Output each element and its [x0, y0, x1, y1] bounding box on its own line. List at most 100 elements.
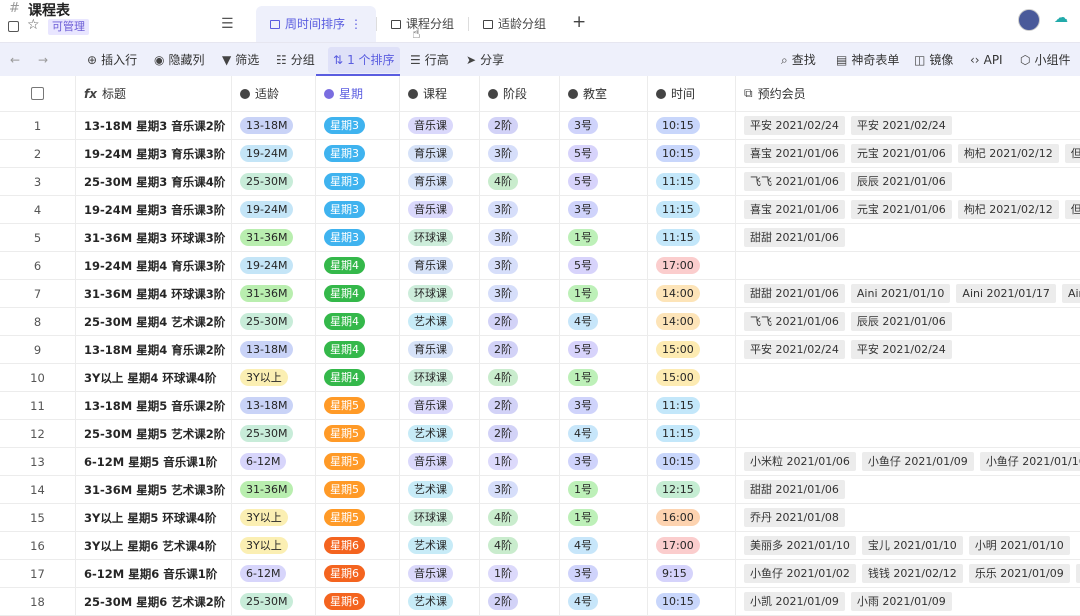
cell-week[interactable]: 星期3: [316, 112, 400, 139]
cell-course[interactable]: 艺术课: [400, 308, 480, 335]
table-row[interactable]: 2 19-24M 星期3 育乐课3阶 19-24M 星期3 育乐课 3阶 5号 10:15 喜宝…: [0, 140, 1080, 168]
cell-week[interactable]: 星期3: [316, 196, 400, 223]
cell-room[interactable]: 4号: [560, 532, 648, 559]
table-row[interactable]: 7 31-36M 星期4 环球课3阶 31-36M 星期4 环球课 3阶 1号 14:00 甜甜…: [0, 280, 1080, 308]
share-button[interactable]: ➤ 分享: [466, 43, 504, 77]
cell-members[interactable]: 飞飞 2021/01/06 辰辰 2021/01/06: [736, 308, 1080, 335]
cell-week[interactable]: 星期4: [316, 364, 400, 391]
cell-stage[interactable]: 1阶: [480, 448, 560, 475]
cell-room[interactable]: 1号: [560, 364, 648, 391]
member-tag[interactable]: 飞飞 2021/01/06: [744, 312, 845, 331]
table-row[interactable]: 14 31-36M 星期5 艺术课3阶 31-36M 星期5 艺术课 3阶 1号 12:15 甜…: [0, 476, 1080, 504]
column-header-stage[interactable]: 阶段: [480, 76, 560, 111]
cell-members[interactable]: 甜甜 2021/01/06: [736, 476, 1080, 503]
column-header-members[interactable]: ⧉ 预约会员: [736, 76, 1080, 111]
cell-room[interactable]: 5号: [560, 252, 648, 279]
table-row[interactable]: 17 6-12M 星期6 音乐课1阶 6-12M 星期6 音乐课 1阶 3号 9:15 小鱼仔 …: [0, 560, 1080, 588]
cell-members[interactable]: 乔丹 2021/01/08: [736, 504, 1080, 531]
cell-members[interactable]: 甜甜 2021/01/06 Aini 2021/01/10 Aini 2021/01…: [736, 280, 1080, 307]
member-tag[interactable]: 美丽多 2021/01/10: [744, 536, 856, 555]
cell-course[interactable]: 艺术课: [400, 420, 480, 447]
cell-course[interactable]: 环球课: [400, 504, 480, 531]
cell-members[interactable]: [736, 420, 1080, 447]
table-row[interactable]: 1 13-18M 星期3 音乐课2阶 13-18M 星期3 音乐课 2阶 3号 10:15 平安…: [0, 112, 1080, 140]
cell-n[interactable]: 6: [0, 252, 76, 279]
cell-title[interactable]: 31-36M 星期3 环球课3阶: [76, 224, 232, 251]
member-tag[interactable]: 乐乐 2021/01/09: [968, 564, 1070, 583]
cell-time[interactable]: 10:15: [648, 588, 736, 615]
cell-n[interactable]: 4: [0, 196, 76, 223]
cell-room[interactable]: 3号: [560, 392, 648, 419]
cell-time[interactable]: 17:00: [648, 532, 736, 559]
member-tag[interactable]: 辰辰 2021/01/06: [850, 312, 952, 331]
avatar[interactable]: [1018, 9, 1040, 31]
cell-stage[interactable]: 3阶: [480, 196, 560, 223]
undo-icon[interactable]: ←: [10, 43, 20, 77]
cell-time[interactable]: 10:15: [648, 448, 736, 475]
cell-stage[interactable]: 3阶: [480, 252, 560, 279]
cell-time[interactable]: 11:15: [648, 224, 736, 251]
cell-stage[interactable]: 4阶: [480, 364, 560, 391]
tab-more-icon[interactable]: ⋮: [350, 7, 362, 41]
member-tag[interactable]: 枸杞 2021/02/12: [957, 144, 1059, 163]
hide-columns-button[interactable]: ◉ 隐藏列: [154, 43, 205, 77]
member-tag[interactable]: 小鱼仔 2021/01/09: [861, 452, 974, 471]
table-row[interactable]: 18 25-30M 星期6 艺术课2阶 25-30M 星期6 艺术课 2阶 4号 10:15 小…: [0, 588, 1080, 616]
cell-age[interactable]: 19-24M: [232, 140, 316, 167]
cell-stage[interactable]: 4阶: [480, 168, 560, 195]
cell-title[interactable]: 25-30M 星期4 艺术课2阶: [76, 308, 232, 335]
cell-week[interactable]: 星期5: [316, 420, 400, 447]
select-all-checkbox[interactable]: [31, 87, 44, 100]
cell-age[interactable]: 3Y以上: [232, 532, 316, 559]
cell-title[interactable]: 31-36M 星期4 环球课3阶: [76, 280, 232, 307]
cell-stage[interactable]: 2阶: [480, 392, 560, 419]
column-header-room[interactable]: 教室: [560, 76, 648, 111]
cell-stage[interactable]: 4阶: [480, 504, 560, 531]
cell-n[interactable]: 12: [0, 420, 76, 447]
cell-course[interactable]: 育乐课: [400, 252, 480, 279]
menu-icon[interactable]: ☰: [221, 16, 234, 32]
table-row[interactable]: 15 3Y以上 星期5 环球课4阶 3Y以上 星期5 环球课 4阶 1号 16:00 乔丹 20…: [0, 504, 1080, 532]
cell-week[interactable]: 星期6: [316, 588, 400, 615]
cell-time[interactable]: 15:00: [648, 336, 736, 363]
cell-title[interactable]: 19-24M 星期3 音乐课3阶: [76, 196, 232, 223]
mirror-button[interactable]: ◫ 镜像: [914, 43, 953, 77]
cell-n[interactable]: 15: [0, 504, 76, 531]
member-tag[interactable]: 平安 2021/02/24: [744, 340, 845, 359]
cell-age[interactable]: 19-24M: [232, 252, 316, 279]
cell-week[interactable]: 星期5: [316, 476, 400, 503]
member-tag[interactable]: 小鱼仔 2021/01/02: [744, 564, 856, 583]
cell-stage[interactable]: 2阶: [480, 336, 560, 363]
cell-week[interactable]: 星期4: [316, 308, 400, 335]
cell-time[interactable]: 14:00: [648, 308, 736, 335]
member-tag[interactable]: Aini 2: [1061, 284, 1080, 303]
group-button[interactable]: ☷ 分组: [276, 43, 315, 77]
cell-stage[interactable]: 3阶: [480, 280, 560, 307]
table-row[interactable]: 16 3Y以上 星期6 艺术课4阶 3Y以上 星期6 艺术课 4阶 4号 17:00 美丽多 2…: [0, 532, 1080, 560]
cell-title[interactable]: 3Y以上 星期5 环球课4阶: [76, 504, 232, 531]
member-tag[interactable]: 甜甜 2021/01/06: [744, 228, 845, 247]
member-tag[interactable]: 宝儿 2021/01/10: [861, 536, 963, 555]
cell-n[interactable]: 11: [0, 392, 76, 419]
cell-room[interactable]: 3号: [560, 196, 648, 223]
cell-age[interactable]: 13-18M: [232, 336, 316, 363]
column-header-title[interactable]: fx 标题: [76, 76, 232, 111]
table-row[interactable]: 6 19-24M 星期4 育乐课3阶 19-24M 星期4 育乐课 3阶 5号 17:00: [0, 252, 1080, 280]
member-tag[interactable]: Aini 2021/01/17: [956, 284, 1056, 303]
filter-button[interactable]: ▼ 筛选: [222, 43, 259, 77]
cell-age[interactable]: 31-36M: [232, 280, 316, 307]
cell-age[interactable]: 3Y以上: [232, 364, 316, 391]
member-tag[interactable]: 小米粒 2021/01/06: [744, 452, 856, 471]
cell-age[interactable]: 31-36M: [232, 224, 316, 251]
member-tag[interactable]: 乔丹 2021/01/08: [744, 508, 845, 527]
table-row[interactable]: 12 25-30M 星期5 艺术课2阶 25-30M 星期5 艺术课 2阶 4号 11:15: [0, 420, 1080, 448]
cell-n[interactable]: 14: [0, 476, 76, 503]
cell-age[interactable]: 6-12M: [232, 448, 316, 475]
tab-1[interactable]: 课程分组: [377, 6, 468, 42]
magic-form-button[interactable]: ▤ 神奇表单: [836, 43, 899, 77]
cell-members[interactable]: [736, 392, 1080, 419]
cell-title[interactable]: 13-18M 星期3 音乐课2阶: [76, 112, 232, 139]
cell-time[interactable]: 9:15: [648, 560, 736, 587]
cell-week[interactable]: 星期5: [316, 392, 400, 419]
member-tag[interactable]: 钱钱 2021/02/12: [861, 564, 963, 583]
